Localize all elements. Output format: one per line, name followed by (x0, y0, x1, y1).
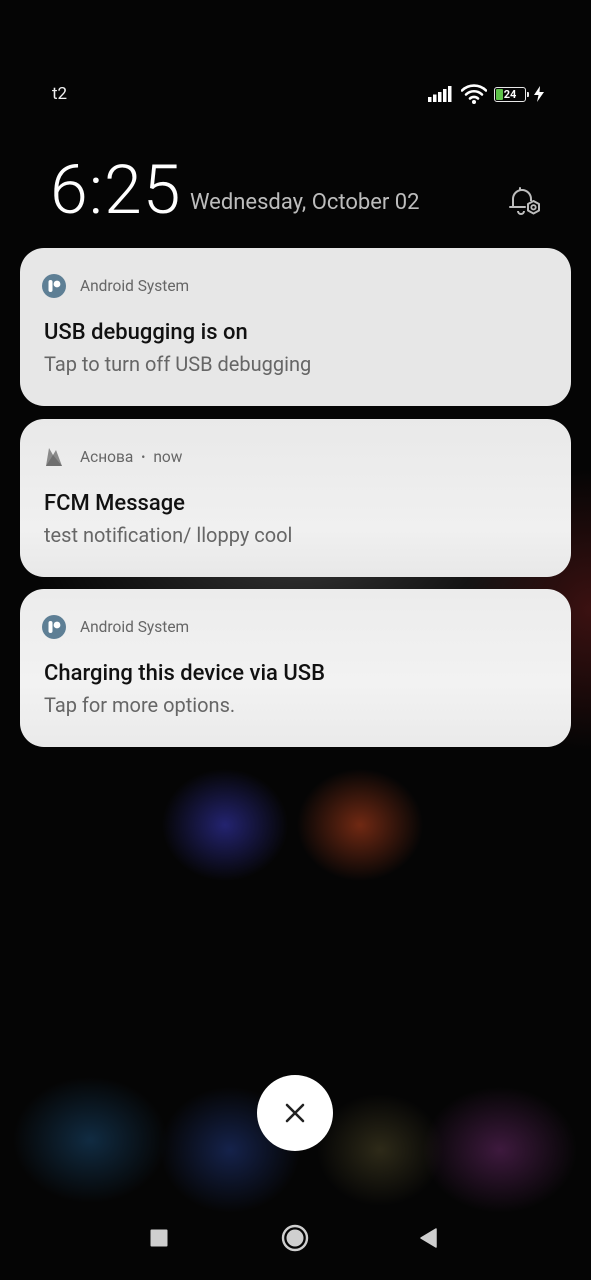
android-system-icon (42, 615, 66, 639)
lock-screen: t2 24 6:25 Wednesday, October 02 Android… (0, 0, 591, 1280)
home-button[interactable] (277, 1220, 313, 1256)
notification-app-name: Android System (80, 618, 190, 636)
notification-app-name: Аснова (80, 448, 134, 466)
notification-title: Charging this device via USB (44, 661, 325, 686)
recents-icon (150, 1229, 168, 1247)
back-icon (420, 1228, 437, 1248)
notification-title: FCM Message (44, 491, 185, 516)
notification-header: Аснова • now (42, 445, 182, 469)
notification-body: test notification/ lloppy cool (44, 523, 293, 547)
notification-header: Android System (42, 615, 189, 639)
clock-row: 6:25 Wednesday, October 02 (50, 150, 545, 230)
notification-usb-charging[interactable]: Android System Charging this device via … (20, 589, 571, 747)
back-button[interactable] (411, 1220, 447, 1256)
android-system-icon (42, 274, 66, 298)
status-icons: 24 (428, 84, 545, 104)
notification-fcm-message[interactable]: Аснова • now FCM Message test notificati… (20, 419, 571, 577)
status-bar: t2 24 (52, 80, 545, 108)
battery-level: 24 (503, 87, 517, 101)
navigation-bar (0, 1200, 591, 1280)
notification-settings-icon[interactable] (505, 182, 545, 222)
battery-icon: 24 (494, 86, 529, 102)
recents-button[interactable] (141, 1220, 177, 1256)
home-icon (281, 1224, 309, 1252)
notification-app-name: Android System (80, 277, 190, 295)
close-icon (285, 1103, 305, 1123)
notification-header: Android System (42, 274, 189, 298)
notification-time: now (153, 448, 183, 466)
signal-icon (428, 86, 452, 102)
notification-usb-debugging[interactable]: Android System USB debugging is on Tap t… (20, 248, 571, 406)
separator-dot: • (141, 450, 146, 464)
firebase-icon (46, 448, 62, 466)
wifi-icon (461, 84, 487, 104)
notification-body: Tap to turn off USB debugging (44, 352, 312, 376)
carrier-name: t2 (52, 84, 68, 104)
clock-date: Wednesday, October 02 (190, 190, 420, 215)
charging-bolt-icon (534, 86, 544, 102)
clock-time: 6:25 (50, 150, 182, 230)
clear-notifications-button[interactable] (257, 1075, 333, 1151)
notification-body: Tap for more options. (44, 693, 236, 717)
notification-title: USB debugging is on (44, 320, 248, 345)
